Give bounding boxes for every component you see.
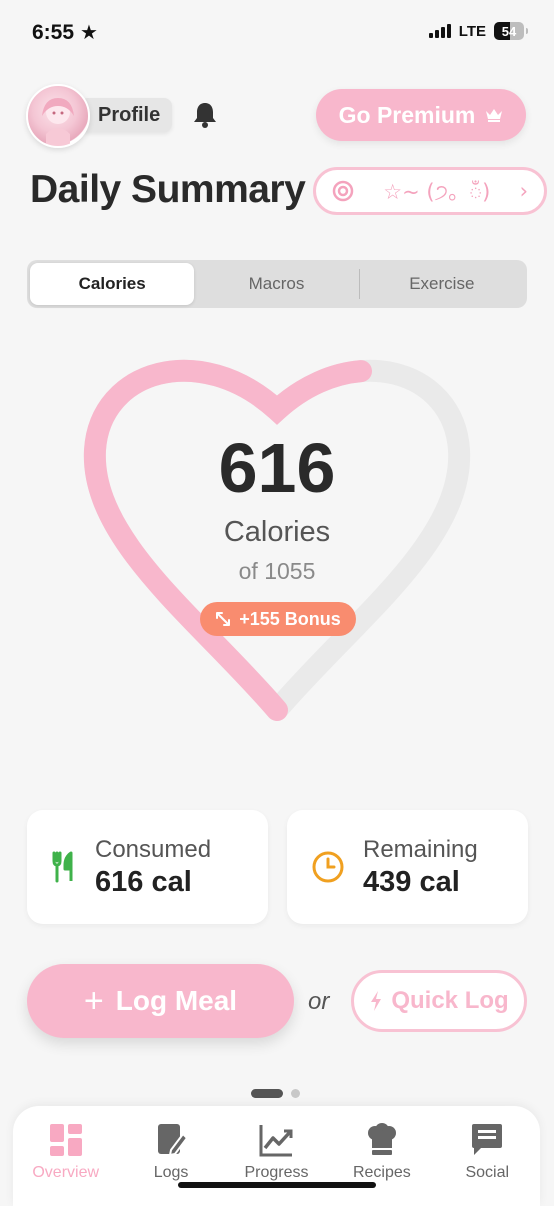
remaining-text: Remaining 439 cal (363, 836, 478, 899)
remaining-card: Remaining 439 cal (287, 810, 528, 924)
bonus-badge[interactable]: +155 Bonus (200, 602, 356, 636)
profile-button[interactable]: Profile (80, 98, 173, 132)
avatar-illustration (42, 98, 74, 146)
fork-knife-icon (52, 851, 73, 883)
recipes-icon (367, 1123, 396, 1155)
consumed-value: 616 cal (95, 865, 192, 898)
summary-tabs: Calories Macros Exercise (27, 260, 527, 308)
status-indicators: LTE 54 (428, 22, 528, 40)
go-premium-button[interactable]: Go Premium (316, 89, 526, 141)
nav-social-label: Social (465, 1164, 510, 1181)
nav-progress-label: Progress (244, 1164, 309, 1181)
nav-overview-label: Overview (32, 1164, 100, 1181)
nav-social[interactable]: Social (437, 1122, 537, 1206)
lightning-icon (371, 991, 382, 1011)
clock-icon (312, 851, 344, 883)
calories-label: Calories (223, 516, 331, 548)
kaomoji-button[interactable]: ☆~ (੭。ඁ) › (313, 167, 547, 215)
star-icon: ★ (80, 22, 98, 44)
tab-exercise[interactable]: Exercise (360, 263, 524, 305)
nav-progress[interactable]: Progress (226, 1122, 326, 1206)
logs-icon (158, 1124, 189, 1157)
or-label: or (308, 988, 330, 1015)
network-label: LTE (458, 22, 486, 40)
tab-macros[interactable]: Macros (194, 263, 358, 305)
bonus-label: +155 Bonus (239, 608, 341, 629)
battery-level: 54 (501, 23, 517, 39)
bell-icon[interactable] (190, 100, 220, 130)
target-icon (332, 180, 354, 202)
page-title: Daily Summary (30, 168, 306, 211)
log-meal-label: Log Meal (115, 985, 238, 1016)
crown-icon (486, 109, 503, 122)
consumed-label: Consumed (95, 835, 212, 863)
calorie-goal: of 1055 (238, 558, 316, 584)
page-dot-active (251, 1089, 283, 1098)
avatar[interactable] (26, 84, 90, 148)
remaining-label: Remaining (363, 835, 478, 863)
profile-label: Profile (98, 103, 161, 126)
log-meal-button[interactable]: + Log Meal (27, 964, 294, 1038)
plus-icon: + (83, 982, 104, 1020)
status-time-text: 6:55 (32, 20, 75, 44)
kaomoji-text: ☆~ (੭。ඁ) (383, 180, 491, 204)
go-premium-label: Go Premium (338, 101, 476, 128)
remaining-value: 439 cal (363, 865, 460, 898)
tab-calories-label: Calories (78, 274, 146, 293)
nav-recipes[interactable]: Recipes (332, 1122, 432, 1206)
page-dot (291, 1089, 300, 1098)
tab-exercise-label: Exercise (409, 274, 475, 293)
tab-macros-label: Macros (248, 274, 305, 293)
battery-tip (526, 28, 528, 34)
quick-log-button[interactable]: Quick Log (351, 970, 527, 1032)
progress-icon (259, 1125, 293, 1157)
chevron-right-icon: › (519, 179, 528, 203)
bottom-nav: Overview Logs Progress Recipes Social (13, 1106, 540, 1206)
home-indicator (178, 1182, 376, 1188)
consumed-card: Consumed 616 cal (27, 810, 268, 924)
overview-icon (49, 1124, 82, 1156)
page-indicator (251, 1089, 300, 1098)
quick-log-label: Quick Log (391, 987, 509, 1014)
nav-overview[interactable]: Overview (16, 1122, 116, 1206)
consumed-text: Consumed 616 cal (95, 836, 211, 899)
status-time: 6:55 ★ (32, 20, 98, 45)
nav-logs[interactable]: Logs (121, 1122, 221, 1206)
calories-consumed-number: 616 (218, 429, 336, 507)
social-icon (472, 1124, 503, 1155)
battery-icon: 54 (494, 22, 524, 40)
nav-recipes-label: Recipes (352, 1164, 411, 1181)
signal-icon (428, 24, 451, 38)
expand-arrows-icon (216, 612, 231, 626)
tab-calories[interactable]: Calories (30, 263, 195, 305)
nav-logs-label: Logs (153, 1164, 189, 1181)
